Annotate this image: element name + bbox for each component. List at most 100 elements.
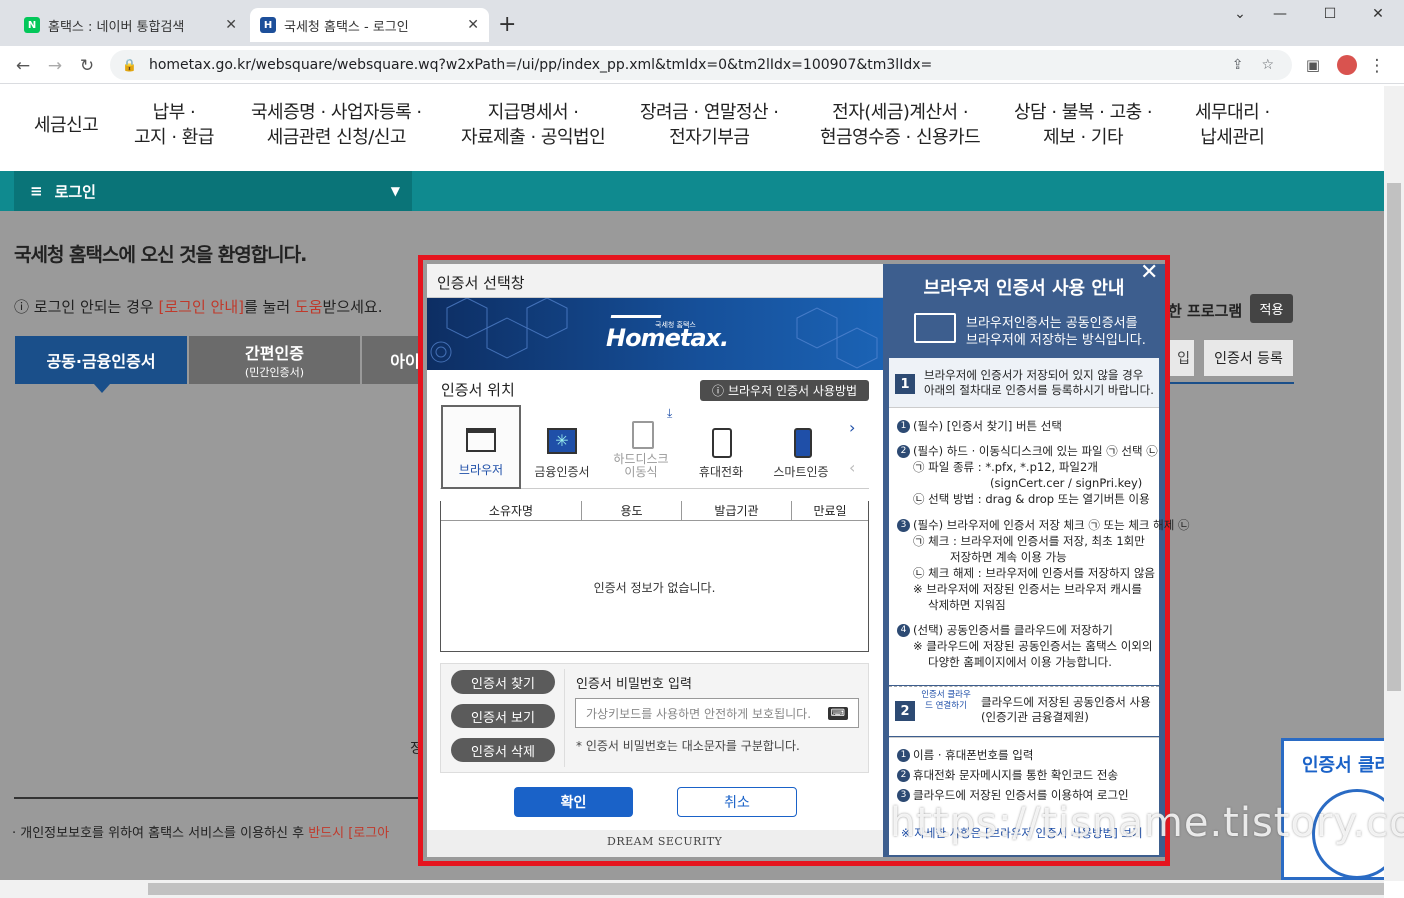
reload-icon[interactable]: ↻: [76, 56, 98, 76]
horizontal-scrollbar[interactable]: [0, 880, 1384, 898]
browser-cert-howto-button[interactable]: ⓘ 브라우저 인증서 사용방법: [700, 380, 869, 401]
new-tab-icon[interactable]: +: [498, 12, 516, 38]
cert-table: [440, 501, 869, 652]
login-help-line: ⓘ 로그인 안되는 경우 [로그인 안내]를 눌러 도움받으세요.: [14, 298, 383, 316]
chevron-left-icon[interactable]: ‹: [849, 458, 855, 477]
password-label: 인증서 비밀번호 입력: [576, 677, 692, 692]
guide-step-3a: ㉠ 체크 : 브라우저에 인증서를 저장, 최초 1회만: [913, 534, 1145, 548]
share-icon[interactable]: ⇪: [1232, 57, 1244, 73]
delete-cert-button[interactable]: 인증서 삭제: [451, 738, 555, 762]
menu-payment-statement[interactable]: 지급명세서 · 자료제출 · 공익법인: [461, 100, 606, 150]
guide-step-4a: ※ 클라우드에 저장된 공동인증서는 홈택스 이외의: [913, 639, 1153, 653]
url-omnibox[interactable]: 🔒 hometax.go.kr/websquare/websquare.wq?w…: [110, 50, 1292, 80]
tab-joint-cert[interactable]: 공동·금융인증서: [15, 336, 187, 384]
breadcrumb[interactable]: ≡ 로그인 ▼: [14, 171, 412, 211]
location-browser[interactable]: 브라우저: [441, 405, 521, 489]
back-arrow-icon[interactable]: ←: [12, 56, 34, 76]
col-issuer: 발급기관: [682, 501, 792, 521]
guide-step-2a: ㉠ 파일 종류 : *.pfx, *.p12, 파일2개: [913, 460, 1098, 474]
chevron-right-icon[interactable]: ›: [849, 418, 855, 437]
guide-step-3d: ※ 브라우저에 저장된 인증서는 브라우저 캐시를: [913, 582, 1142, 596]
confirm-button[interactable]: 확인: [514, 787, 633, 817]
location-smart-cert[interactable]: 스마트인증: [761, 405, 841, 489]
partial-button[interactable]: 입: [1168, 339, 1195, 377]
phone-icon: [704, 428, 738, 458]
browser-icon: [464, 426, 498, 454]
login-guide-link[interactable]: [로그인 안내]: [159, 298, 244, 316]
guide-step-2b: (signCert.cer / signPri.key): [990, 476, 1143, 490]
welcome-heading: 국세청 홈택스에 오신 것을 환영합니다.: [14, 244, 307, 266]
guide-step-4b: 다양한 홈페이지에서 이용 가능합니다.: [928, 655, 1112, 669]
location-phone[interactable]: 휴대전화: [681, 405, 761, 489]
step-number-1: 1: [895, 374, 915, 394]
tab-title: 국세청 홈택스 - 로그인: [284, 19, 409, 35]
menu-tax-report[interactable]: 세금신고: [34, 113, 99, 138]
guide-step-2c: ㉡ 선택 방법 : drag & drop 또는 열기버튼 이용: [913, 492, 1150, 506]
section1-desc: 브라우저에 인증서가 저장되어 있지 않을 경우 아래의 절차대로 인증서를 등록…: [924, 368, 1154, 397]
scroll-thumb[interactable]: [148, 883, 1384, 895]
sidepanel-icon[interactable]: ▣: [1302, 56, 1324, 74]
tab-search-chevron-icon[interactable]: ⌄: [1220, 6, 1260, 22]
apply-button[interactable]: 적용: [1250, 294, 1293, 323]
guide-desc: 브라우저인증서는 공동인증서를 브라우저에 저장하는 방식입니다.: [966, 316, 1146, 348]
divider: [1168, 382, 1294, 384]
chevron-down-icon: ▼: [390, 184, 400, 198]
hamburger-icon: ≡: [30, 182, 43, 200]
address-bar-row: ← → ↻ 🔒 hometax.go.kr/websquare/websquar…: [0, 46, 1404, 84]
smart-cert-icon: [784, 428, 818, 458]
harddisk-icon: [624, 421, 658, 449]
cloud-connect-badge[interactable]: 인증서 클라우드 연결하기: [918, 690, 974, 712]
url-text[interactable]: hometax.go.kr/websquare/websquare.wq?w2x…: [149, 57, 1232, 73]
cloud-step-1: 1 이름 · 휴대폰번호를 입력: [897, 748, 1033, 763]
col-owner: 소유자명: [441, 501, 582, 521]
password-input[interactable]: 가상키보드를 사용하면 안전하게 보호됩니다. ⌨: [575, 698, 859, 728]
more-menu-icon[interactable]: ⋮: [1366, 56, 1388, 76]
guide-step-2: 2 (필수) 하드 · 이동식디스크에 있는 파일 ㉠ 선택 ㉡: [897, 444, 1158, 459]
menu-incentive[interactable]: 장려금 · 연말정산 · 전자기부금: [640, 100, 779, 150]
minimize-icon[interactable]: —: [1260, 6, 1300, 22]
guide-step-4: 4 (선택) 공동인증서를 클라우드에 저장하기: [897, 623, 1113, 638]
tab-simple-auth[interactable]: 간편인증 (민간인증서): [189, 336, 360, 384]
keyboard-icon[interactable]: ⌨: [827, 706, 848, 720]
cert-location-label: 인증서 위치: [441, 381, 515, 399]
guide-step-3: 3 (필수) 브라우저에 인증서 저장 체크 ㉠ 또는 체크 해제 ㉡: [897, 518, 1189, 533]
browser-tab-naver[interactable]: N 홈택스 : 네이버 통합검색 ✕: [14, 8, 247, 42]
maximize-icon[interactable]: ☐: [1310, 6, 1350, 22]
location-financial-cert[interactable]: ✳ 금융인증서: [522, 405, 602, 489]
program-label: 한 프로그램: [1168, 302, 1243, 320]
menu-payment[interactable]: 납부 · 고지 · 환급: [134, 100, 214, 150]
bookmark-star-icon[interactable]: ☆: [1261, 57, 1274, 73]
menu-einvoice[interactable]: 전자(세금)계산서 · 현금영수증 · 신용카드: [820, 100, 981, 150]
password-note: * 인증서 비밀번호는 대소문자를 구분합니다.: [576, 739, 800, 753]
naver-favicon-icon: N: [24, 17, 40, 33]
menu-certificate[interactable]: 국세증명 · 사업자등록 · 세금관련 신청/신고: [251, 100, 422, 150]
cloud-step-2: 2 휴대전화 문자메시지를 통한 확인코드 전송: [897, 768, 1118, 783]
scroll-thumb[interactable]: [1387, 183, 1401, 691]
col-expiry: 만료일: [792, 501, 868, 521]
question-icon: ⓘ: [711, 384, 724, 398]
profile-avatar[interactable]: [1337, 55, 1357, 75]
hometax-logo-sub: 국세청 홈택스: [655, 321, 696, 329]
dialog-footer: DREAM SECURITY: [427, 830, 883, 857]
step-number-2: 2: [895, 701, 915, 721]
close-tab-icon[interactable]: ✕: [467, 17, 479, 33]
browser-tab-hometax[interactable]: H 국세청 홈택스 - 로그인 ✕: [250, 8, 489, 42]
tab-id-login[interactable]: 아이: [362, 336, 420, 384]
register-cert-button[interactable]: 인증서 등록: [1203, 339, 1294, 377]
cancel-button[interactable]: 취소: [677, 787, 797, 817]
close-tab-icon[interactable]: ✕: [225, 17, 237, 33]
menu-tax-agent[interactable]: 세무대리 · 납세관리: [1195, 100, 1270, 150]
view-cert-button[interactable]: 인증서 보기: [451, 704, 555, 728]
vertical-scrollbar[interactable]: [1384, 86, 1404, 881]
download-icon[interactable]: ⤓: [667, 406, 672, 421]
guide-step-3b: 저장하면 계속 이용 가능: [950, 550, 1067, 564]
active-tab-pointer: [94, 384, 110, 393]
menu-consult[interactable]: 상담 · 불복 · 고충 · 제보 · 기타: [1014, 100, 1153, 150]
find-cert-button[interactable]: 인증서 찾기: [451, 670, 555, 694]
watermark-text: https://tisname.tistory.com: [890, 800, 1404, 846]
financial-cert-icon: ✳: [545, 428, 579, 456]
privacy-notice: · 개인정보보호를 위하여 홈택스 서비스를 이용하신 후 반드시 [로그아: [12, 826, 390, 841]
monitor-icon: [914, 313, 956, 343]
close-window-icon[interactable]: ✕: [1358, 6, 1398, 22]
forward-arrow-icon[interactable]: →: [44, 56, 66, 76]
